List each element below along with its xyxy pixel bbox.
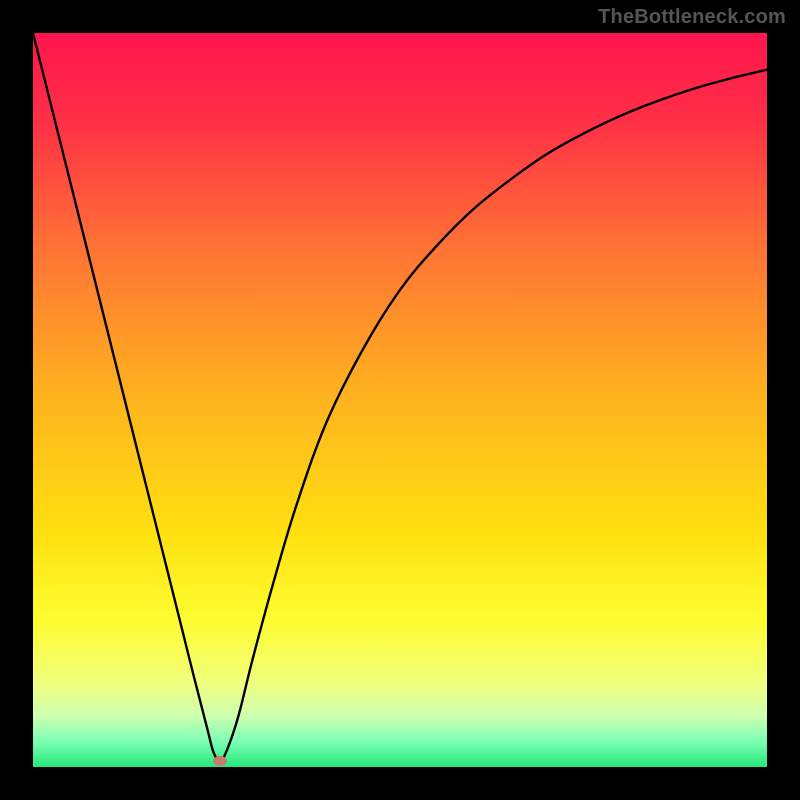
bottleneck-curve bbox=[33, 33, 767, 767]
plot-area bbox=[33, 33, 767, 767]
attribution-label: TheBottleneck.com bbox=[598, 6, 786, 29]
chart-frame: TheBottleneck.com bbox=[0, 0, 800, 800]
optimal-point-marker bbox=[213, 756, 227, 766]
